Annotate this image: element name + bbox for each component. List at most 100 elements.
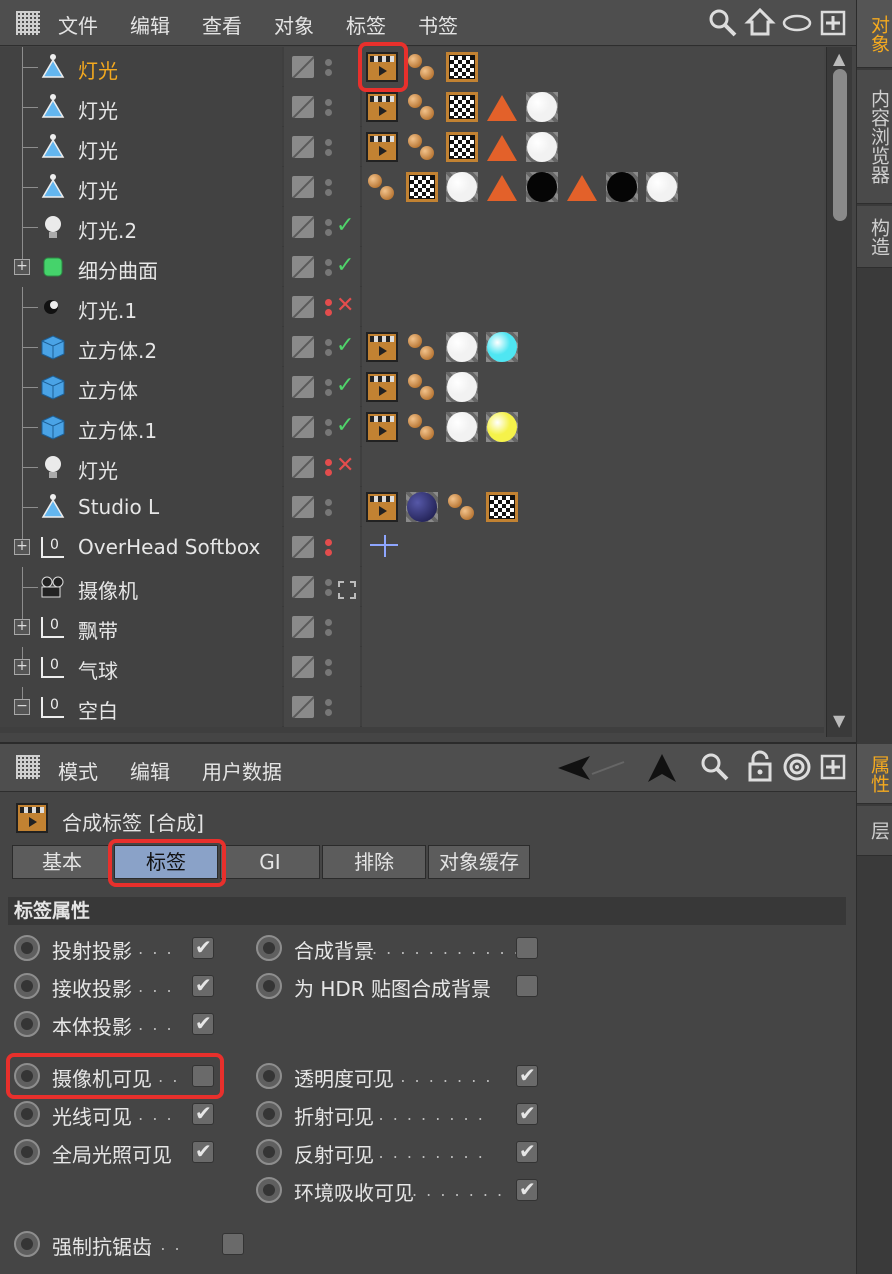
animation-radio[interactable] (14, 1231, 40, 1257)
texture-tag-icon[interactable] (486, 492, 518, 522)
expand-toggle-icon[interactable]: + (14, 259, 30, 275)
compositing-tag-icon[interactable] (366, 132, 398, 162)
render-visibility-dot[interactable] (325, 69, 332, 76)
object-name-cell[interactable]: 灯光.2 (0, 207, 282, 247)
visibility-cell[interactable] (284, 127, 360, 167)
property-checkbox[interactable] (516, 1139, 538, 1163)
menu-mode[interactable]: 模式 (58, 756, 98, 785)
object-row[interactable]: 灯光 (0, 47, 824, 87)
render-visibility-dot[interactable] (325, 629, 332, 636)
enabled-check-icon[interactable]: ✓ (336, 373, 354, 398)
editor-visibility-dot[interactable] (325, 99, 332, 106)
object-name-cell[interactable]: 立方体 (0, 367, 282, 407)
object-name-cell[interactable]: 灯光 (0, 127, 282, 167)
enabled-check-icon[interactable]: ✓ (336, 213, 354, 238)
phong-tag-icon[interactable] (406, 52, 438, 82)
editor-visibility-dot[interactable] (325, 659, 332, 666)
editor-visibility-dot[interactable] (325, 139, 332, 146)
warning-tag-icon[interactable] (486, 92, 518, 122)
object-name-cell[interactable]: 立方体.2 (0, 327, 282, 367)
editor-visibility-dot[interactable] (325, 219, 332, 226)
scroll-up-icon[interactable]: ▲ (833, 49, 845, 68)
render-visibility-dot[interactable] (325, 189, 332, 196)
object-name-cell[interactable]: 立方体.1 (0, 407, 282, 447)
phong-tag-icon[interactable] (406, 372, 438, 402)
tab-attributes[interactable]: 属性 (857, 744, 892, 804)
material-tag-icon[interactable] (526, 92, 558, 122)
visibility-cell[interactable]: ✓ (284, 327, 360, 367)
visibility-cell[interactable] (284, 87, 360, 127)
property-checkbox[interactable] (192, 1011, 214, 1035)
compositing-tag-icon[interactable] (366, 492, 398, 522)
tab-gi[interactable]: GI (220, 845, 320, 879)
editable-toggle-icon[interactable] (292, 376, 314, 398)
material-tag-icon[interactable] (486, 332, 518, 362)
object-row[interactable]: + 细分曲面 ✓ (0, 247, 824, 287)
texture-tag-icon[interactable] (446, 132, 478, 162)
editor-visibility-dot[interactable] (325, 699, 332, 706)
tab-basic[interactable]: 基本 (12, 845, 112, 879)
property-checkbox[interactable] (192, 1139, 214, 1163)
object-row[interactable]: 灯光 (0, 167, 824, 207)
enabled-check-icon[interactable]: ✓ (336, 253, 354, 278)
animation-radio[interactable] (14, 1139, 40, 1165)
editable-toggle-icon[interactable] (292, 296, 314, 318)
texture-tag-icon[interactable] (406, 172, 438, 202)
compositing-tag-icon[interactable] (366, 372, 398, 402)
editor-visibility-dot[interactable] (325, 339, 332, 346)
visibility-cell[interactable]: ✓ (284, 247, 360, 287)
render-visibility-dot[interactable] (325, 509, 332, 516)
render-visibility-dot[interactable] (325, 549, 332, 556)
texture-tag-icon[interactable] (446, 92, 478, 122)
animation-radio[interactable] (14, 1011, 40, 1037)
render-visibility-dot[interactable] (325, 269, 332, 276)
render-visibility-dot[interactable] (325, 109, 332, 116)
tab-structure[interactable]: 构造 (857, 206, 892, 268)
phong-tag-icon[interactable] (366, 172, 398, 202)
camera-target-icon[interactable] (334, 573, 358, 603)
visibility-cell[interactable] (284, 527, 360, 567)
animation-radio[interactable] (14, 1101, 40, 1127)
object-row[interactable]: 灯光.1 ✕ (0, 287, 824, 327)
editable-toggle-icon[interactable] (292, 216, 314, 238)
tab-layers[interactable]: 层 (857, 806, 892, 856)
material-tag-icon[interactable] (446, 412, 478, 442)
property-checkbox[interactable] (222, 1233, 244, 1255)
animation-radio[interactable] (256, 1063, 282, 1089)
menu-object[interactable]: 对象 (274, 10, 314, 39)
editor-visibility-dot[interactable] (325, 619, 332, 626)
disabled-cross-icon[interactable]: ✕ (336, 453, 354, 478)
editable-toggle-icon[interactable] (292, 176, 314, 198)
visibility-cell[interactable] (284, 487, 360, 527)
render-visibility-dot[interactable] (325, 589, 332, 596)
editor-visibility-dot[interactable] (325, 299, 332, 306)
object-list-scrollbar[interactable]: ▲ ▼ (826, 47, 852, 737)
back-arrow-icon[interactable] (556, 754, 626, 784)
material-tag-icon[interactable] (526, 132, 558, 162)
render-visibility-dot[interactable] (325, 669, 332, 676)
eye-icon[interactable] (782, 12, 812, 34)
object-name-cell[interactable]: 灯光 (0, 167, 282, 207)
object-name-cell[interactable]: 摄像机 (0, 567, 282, 607)
scrollbar-thumb[interactable] (833, 69, 847, 221)
phong-tag-icon[interactable] (406, 92, 438, 122)
editable-toggle-icon[interactable] (292, 496, 314, 518)
material-tag-icon[interactable] (606, 172, 638, 202)
add-panel-icon[interactable] (820, 754, 846, 780)
add-panel-icon[interactable] (820, 10, 846, 36)
warning-tag-icon[interactable] (486, 172, 518, 202)
property-checkbox[interactable] (516, 975, 538, 997)
editor-visibility-dot[interactable] (325, 419, 332, 426)
property-checkbox[interactable] (516, 1101, 538, 1125)
render-visibility-dot[interactable] (325, 469, 332, 476)
editor-visibility-dot[interactable] (325, 579, 332, 586)
visibility-cell[interactable] (284, 167, 360, 207)
editable-toggle-icon[interactable] (292, 656, 314, 678)
visibility-cell[interactable] (284, 687, 360, 727)
editable-toggle-icon[interactable] (292, 256, 314, 278)
material-tag-icon[interactable] (446, 172, 478, 202)
visibility-cell[interactable]: ✓ (284, 207, 360, 247)
visibility-cell[interactable] (284, 567, 360, 607)
search-icon[interactable] (700, 752, 730, 782)
menu-file[interactable]: 文件 (58, 10, 98, 39)
